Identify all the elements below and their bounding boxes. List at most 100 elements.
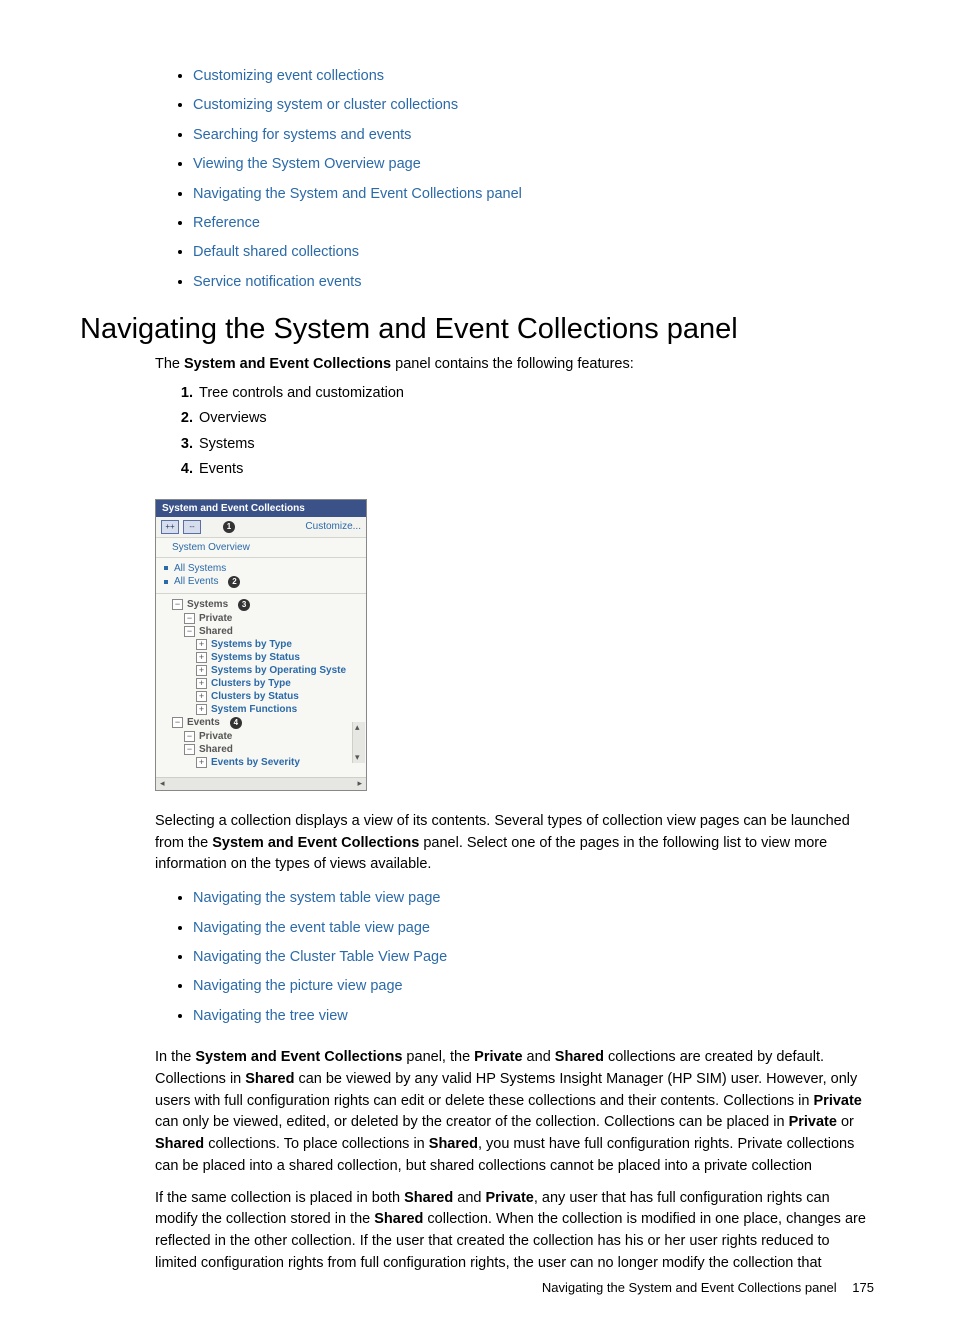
text: and xyxy=(453,1190,485,1206)
body-paragraph: Selecting a collection displays a view o… xyxy=(155,811,874,876)
body-paragraph: If the same collection is placed in both… xyxy=(155,1188,874,1275)
tree-node[interactable]: +Systems by Type xyxy=(160,638,362,651)
list-item: 2.Overviews xyxy=(175,407,874,429)
tree-node[interactable]: + System Functions xyxy=(160,703,362,716)
list-item: Navigating the tree view xyxy=(193,1004,874,1029)
expand-icon[interactable]: + xyxy=(196,757,207,768)
collapse-icon[interactable]: − xyxy=(184,744,195,755)
panel-toolbar: ++ -- 1 Customize... xyxy=(156,517,366,538)
tree-node[interactable]: All Systems xyxy=(164,562,358,575)
link[interactable]: Navigating the Cluster Table View Page xyxy=(193,949,447,965)
expand-icon[interactable]: + xyxy=(196,639,207,650)
list-item: Navigating the picture view page xyxy=(193,974,874,999)
body-paragraph: In the System and Event Collections pane… xyxy=(155,1047,874,1178)
system-overview-link[interactable]: System Overview xyxy=(164,542,250,553)
tree-node[interactable]: +Systems by Status xyxy=(160,651,362,664)
link[interactable]: Customizing system or cluster collection… xyxy=(193,97,458,113)
vertical-scrollbar[interactable] xyxy=(352,722,365,763)
text-bold: Private xyxy=(814,1093,862,1109)
section-heading: Navigating the System and Event Collecti… xyxy=(80,313,874,346)
callout-1-icon: 1 xyxy=(223,521,235,533)
tree-label: Shared xyxy=(199,626,233,637)
tree-label: Systems by Operating Syste xyxy=(211,665,346,676)
expand-all-button[interactable]: ++ xyxy=(161,520,179,534)
all-section: All Systems All Events 2 xyxy=(156,558,366,594)
tree-label: All Systems xyxy=(174,563,226,574)
list-item: Navigating the event table view page xyxy=(193,916,874,941)
tree-label: Events by Severity xyxy=(211,757,300,768)
tree-label: System Functions xyxy=(211,704,297,715)
link[interactable]: Searching for systems and events xyxy=(193,127,411,143)
link[interactable]: Viewing the System Overview page xyxy=(193,156,421,172)
link[interactable]: Navigating the system table view page xyxy=(193,890,440,906)
tree-node-events[interactable]: − Events 4 xyxy=(160,716,362,730)
view-link-list: Navigating the system table view page Na… xyxy=(155,886,874,1029)
text-bold: Shared xyxy=(245,1071,294,1087)
tree-node-shared[interactable]: − Shared xyxy=(160,625,362,638)
bullet-icon xyxy=(164,580,168,584)
tree-label: Shared xyxy=(199,744,233,755)
text-bold: Shared xyxy=(155,1136,204,1152)
tree-node-private[interactable]: − Private xyxy=(160,730,362,743)
expand-icon[interactable]: + xyxy=(196,704,207,715)
tree-label: Clusters by Type xyxy=(211,678,291,689)
text: Overviews xyxy=(199,410,267,426)
tree-label: Events xyxy=(187,717,220,728)
expand-icon[interactable]: + xyxy=(196,678,207,689)
tree-label: Systems xyxy=(187,599,228,610)
tree-label: All Events xyxy=(174,576,218,587)
tree-node[interactable]: + Clusters by Status xyxy=(160,690,362,703)
list-item: Navigating the Cluster Table View Page xyxy=(193,945,874,970)
list-item: Viewing the System Overview page xyxy=(193,152,874,177)
list-item: Default shared collections xyxy=(193,240,874,265)
link[interactable]: Navigating the event table view page xyxy=(193,920,430,936)
tree-node[interactable]: All Events 2 xyxy=(164,575,358,589)
collapse-icon[interactable]: − xyxy=(184,626,195,637)
text: can only be viewed, edited, or deleted b… xyxy=(155,1114,789,1130)
collapse-icon[interactable]: − xyxy=(172,599,183,610)
text: panel, the xyxy=(402,1049,474,1065)
link[interactable]: Service notification events xyxy=(193,274,361,290)
text-bold: System and Event Collections xyxy=(212,835,419,851)
tree-node[interactable]: + Events by Severity xyxy=(160,756,362,769)
tree-label: Private xyxy=(199,731,232,742)
tree-node-systems[interactable]: − Systems 3 xyxy=(160,598,362,612)
list-item: Service notification events xyxy=(193,270,874,295)
horizontal-scrollbar[interactable]: ◂▸ xyxy=(156,777,366,790)
tree-node-private[interactable]: − Private xyxy=(160,612,362,625)
link[interactable]: Navigating the tree view xyxy=(193,1008,348,1024)
collapse-icon[interactable]: − xyxy=(172,717,183,728)
text: The xyxy=(155,356,184,372)
text-bold: Shared xyxy=(374,1211,423,1227)
text-bold: System and Event Collections xyxy=(184,356,391,372)
text: Tree controls and customization xyxy=(199,385,404,401)
panel-titlebar: System and Event Collections xyxy=(156,500,366,517)
link[interactable]: Customizing event collections xyxy=(193,68,384,84)
list-item: Customizing event collections xyxy=(193,64,874,89)
tree-node[interactable]: + Clusters by Type xyxy=(160,677,362,690)
tree-label: Private xyxy=(199,613,232,624)
expand-icon[interactable]: + xyxy=(196,665,207,676)
tree-node[interactable]: + Systems by Operating Syste xyxy=(160,664,362,677)
text: panel contains the following features: xyxy=(391,356,634,372)
text: and xyxy=(523,1049,555,1065)
expand-icon[interactable]: + xyxy=(196,691,207,702)
collapse-icon[interactable]: − xyxy=(184,613,195,624)
collapse-icon[interactable]: − xyxy=(184,731,195,742)
tree-label: Clusters by Status xyxy=(211,691,299,702)
link[interactable]: Navigating the picture view page xyxy=(193,978,403,994)
expand-icon[interactable]: + xyxy=(196,652,207,663)
collapse-all-button[interactable]: -- xyxy=(183,520,201,534)
text-bold: System and Event Collections xyxy=(195,1049,402,1065)
link[interactable]: Reference xyxy=(193,215,260,231)
intro-paragraph: The System and Event Collections panel c… xyxy=(155,356,874,372)
text: Systems xyxy=(199,436,255,452)
customize-link[interactable]: Customize... xyxy=(305,521,361,532)
text-bold: Shared xyxy=(429,1136,478,1152)
callout-4-icon: 4 xyxy=(230,717,242,729)
link[interactable]: Navigating the System and Event Collecti… xyxy=(193,186,522,202)
top-link-list: Customizing event collections Customizin… xyxy=(155,64,874,295)
tree-node-shared[interactable]: − Shared xyxy=(160,743,362,756)
list-item: Reference xyxy=(193,211,874,236)
link[interactable]: Default shared collections xyxy=(193,244,359,260)
